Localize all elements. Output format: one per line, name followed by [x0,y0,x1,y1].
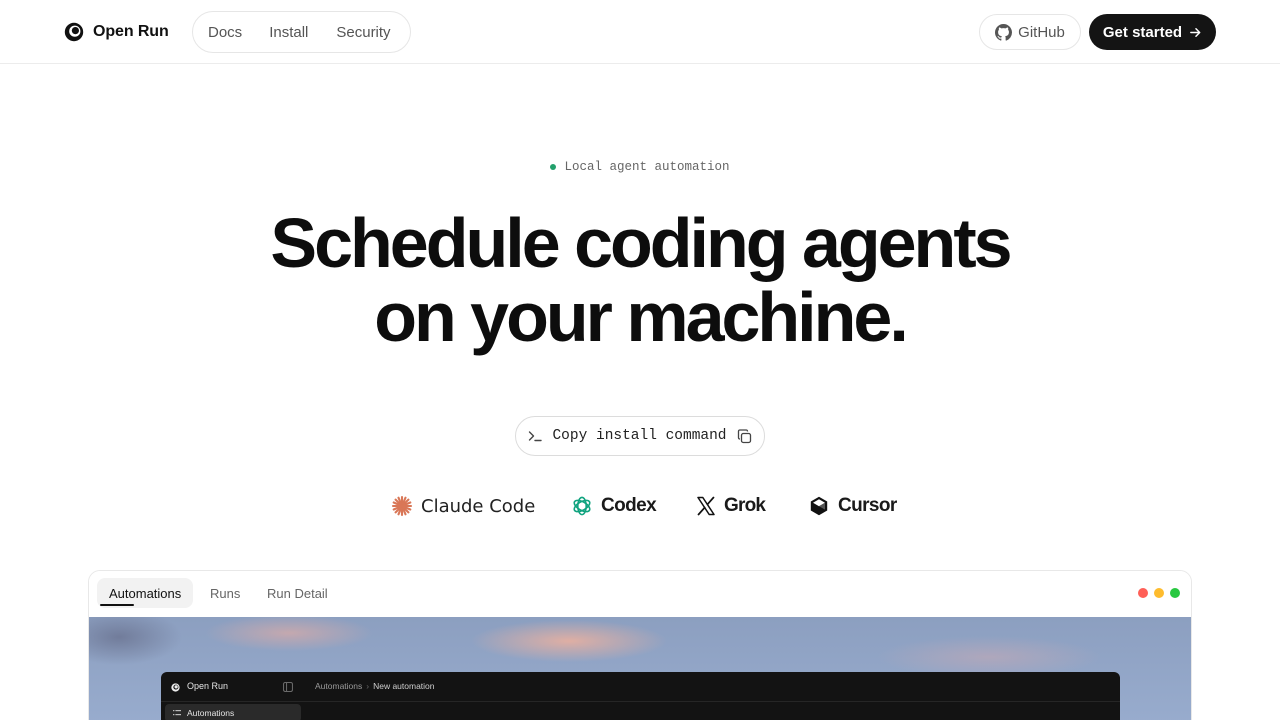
arrow-right-icon [1190,27,1201,37]
breadcrumb-new-automation: New automation [373,681,435,691]
agent-cursor-label: Cursor [838,495,897,516]
inner-breadcrumb: Automations › New automation [315,681,435,691]
tab-runs[interactable]: Runs [198,578,252,608]
inner-sidebar-item-automations[interactable]: Automations [165,704,301,720]
install-label: Copy install command [552,428,727,444]
list-icon [173,710,181,716]
github-icon [995,23,1013,41]
window-close-dot [1138,588,1148,598]
agent-claude-code: Claude Code [391,490,535,522]
window-minimize-dot [1154,588,1164,598]
inner-sidebar-label: Automations [187,708,235,718]
inner-app-window: Open Run Automations › New automation Au… [161,672,1120,720]
agent-cursor: Cursor [808,490,897,522]
breadcrumb-separator-icon: › [366,681,370,691]
main-nav: Docs Install Security [192,11,411,53]
nav-security-link[interactable]: Security [336,24,390,41]
breadcrumb-automations[interactable]: Automations [315,681,362,691]
brand-name: Open Run [93,23,169,40]
agent-claude-code-label: Claude Code [421,495,536,517]
github-label: GitHub [1018,23,1065,41]
get-started-button[interactable]: Get started [1089,14,1216,50]
hero-headline: Schedule coding agents on your machine. [0,206,1280,354]
headline-line-1: Schedule coding agents [270,204,1012,282]
status-dot-icon [550,164,557,170]
brand[interactable]: Open Run [64,21,169,43]
inner-divider [161,701,1120,702]
nav-install-link[interactable]: Install [269,24,308,41]
agent-grok: Grok [696,490,766,522]
window-controls [1138,588,1180,598]
cursor-cube-icon [810,496,828,516]
active-tab-indicator [100,604,134,606]
preview-tab-bar: Automations Runs Run Detail [89,571,1191,617]
sidebar-toggle-icon[interactable] [283,682,293,692]
copy-icon [737,428,751,443]
inner-open-run-logo-icon [171,683,180,692]
agent-codex: Codex [571,490,657,522]
claude-starburst-icon [391,495,413,517]
terminal-prompt-icon [529,431,543,442]
get-started-label: Get started [1102,23,1183,41]
eyebrow-text: Local agent automation [564,160,730,174]
hero-eyebrow: Local agent automation [0,160,1280,174]
headline-line-2: on your machine. [374,278,909,356]
window-maximize-dot [1170,588,1180,598]
app-preview-window: Automations Runs Run Detail Open Run Aut… [88,570,1192,720]
openai-knot-icon [573,496,591,516]
x-logo-icon [697,496,715,516]
nav-docs-link[interactable]: Docs [208,24,242,41]
github-button[interactable]: GitHub [979,14,1081,50]
agent-codex-label: Codex [601,495,657,516]
agent-grok-label: Grok [724,495,766,516]
supported-agents: Claude Code Codex Grok Cursor [0,490,1280,522]
inner-app-name: Open Run [187,681,229,691]
open-run-logo-icon [64,22,84,42]
tab-run-detail[interactable]: Run Detail [255,578,340,608]
site-header: Open Run Docs Install Security GitHub Ge… [0,0,1280,64]
copy-install-command-button[interactable]: Copy install command [515,416,765,456]
